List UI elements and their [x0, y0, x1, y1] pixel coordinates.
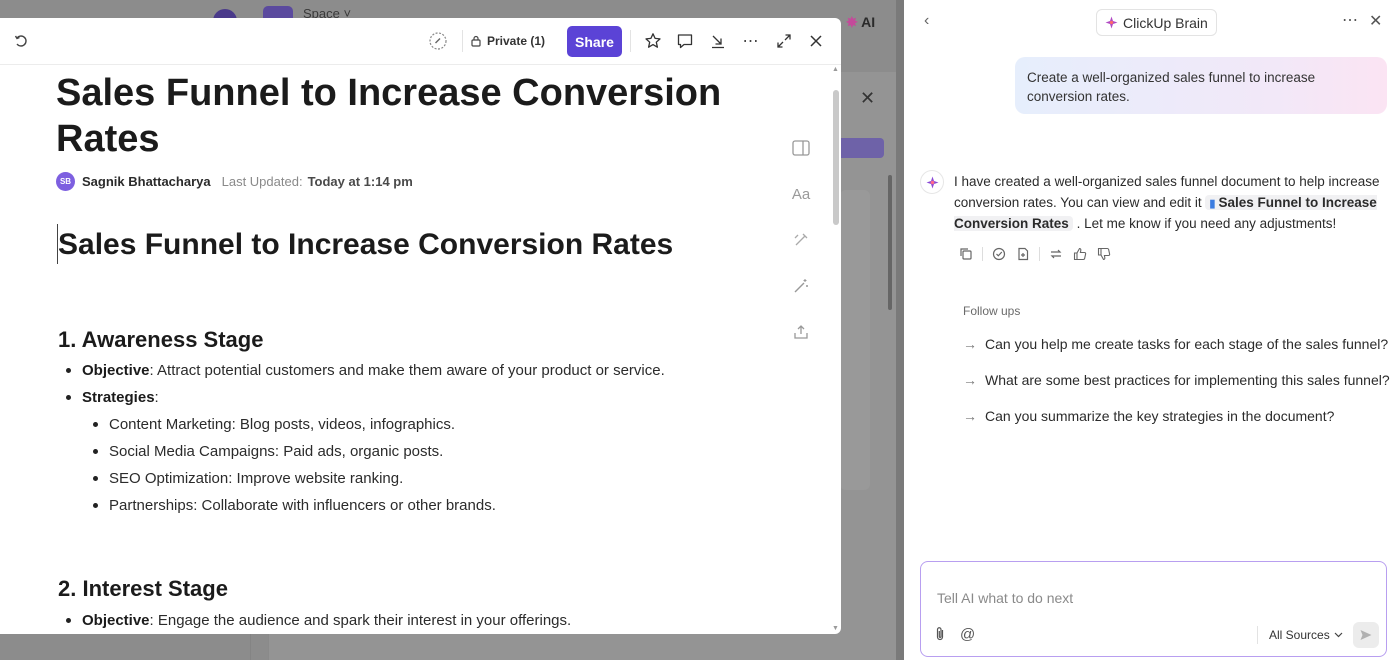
- at-icon[interactable]: @: [960, 626, 975, 643]
- close-icon[interactable]: ✕: [1369, 11, 1382, 31]
- share-button[interactable]: Share: [567, 26, 622, 57]
- refresh-icon[interactable]: [10, 30, 32, 52]
- ai-message: I have created a well-organized sales fu…: [954, 174, 1380, 231]
- more-icon[interactable]: ⋯: [740, 30, 762, 52]
- brain-logo-icon: [1105, 16, 1118, 29]
- last-updated-value: Today at 1:14 pm: [307, 174, 413, 189]
- background-scrollbar: [888, 175, 892, 310]
- list-item[interactable]: Strategies:: [66, 389, 159, 406]
- prompt-input[interactable]: [937, 588, 1357, 608]
- doc-heading[interactable]: Sales Funnel to Increase Conversion Rate…: [58, 228, 673, 262]
- doc-icon: ▮: [1209, 197, 1216, 210]
- toolbar-divider: [462, 30, 463, 52]
- send-icon: [1360, 630, 1372, 640]
- actions-divider: [1039, 247, 1040, 261]
- message-actions: [956, 244, 1118, 264]
- background-ai-button: ✸ AI: [846, 14, 876, 30]
- background-card: [840, 190, 870, 490]
- doc-body[interactable]: Sales Funnel to Increase Conversion Rate…: [0, 65, 841, 634]
- toolbar-divider: [630, 30, 631, 52]
- list-item[interactable]: Objective: Attract potential customers a…: [66, 362, 665, 379]
- private-button[interactable]: Private (1): [470, 29, 545, 53]
- check-circle-icon[interactable]: [989, 244, 1009, 264]
- author-avatar[interactable]: SB: [56, 172, 75, 191]
- arrow-right-icon: →: [963, 372, 977, 388]
- doc-toolbar: Private (1) Share ⋯: [0, 18, 841, 65]
- font-icon[interactable]: Aa: [790, 183, 812, 205]
- comment-icon[interactable]: [674, 30, 696, 52]
- actions-divider: [982, 247, 983, 261]
- arrow-right-icon: →: [963, 336, 977, 352]
- save-icon[interactable]: [1013, 244, 1033, 264]
- private-label: Private (1): [487, 34, 546, 48]
- background-close-icon: ✕: [860, 88, 876, 108]
- copy-icon[interactable]: [956, 244, 976, 264]
- scroll-up-icon[interactable]: ▲: [832, 66, 839, 73]
- retry-icon[interactable]: [1046, 244, 1066, 264]
- brain-panel: ‹ ClickUp Brain ⋯ ✕ Create a well-organi…: [904, 0, 1400, 660]
- list-item[interactable]: SEO Optimization: Improve website rankin…: [93, 470, 403, 487]
- scroll-down-icon[interactable]: ▼: [832, 625, 839, 632]
- paperclip-icon[interactable]: [933, 626, 949, 642]
- close-icon[interactable]: [805, 30, 827, 52]
- collapse-icon[interactable]: [707, 30, 729, 52]
- star-icon[interactable]: [642, 30, 664, 52]
- followup-item[interactable]: → Can you summarize the key strategies in…: [963, 408, 1334, 424]
- doc-scrollbar[interactable]: [833, 90, 839, 225]
- section-heading[interactable]: 1. Awareness Stage: [58, 327, 263, 353]
- doc-meta: SB Sagnik Bhattacharya Last Updated: Tod…: [56, 172, 413, 191]
- section-heading[interactable]: 2. Interest Stage: [58, 576, 228, 602]
- followup-item[interactable]: → Can you help me create tasks for each s…: [963, 336, 1388, 352]
- thumbs-up-icon[interactable]: [1070, 244, 1090, 264]
- user-message: Create a well-organized sales funnel to …: [1015, 57, 1387, 114]
- sources-label: All Sources: [1269, 628, 1330, 642]
- export-icon[interactable]: [790, 321, 812, 343]
- author-name[interactable]: Sagnik Bhattacharya: [82, 174, 211, 189]
- brain-title-label: ClickUp Brain: [1123, 14, 1208, 31]
- arrow-right-icon: →: [963, 408, 977, 424]
- back-arrow-icon[interactable]: ‹: [924, 12, 929, 30]
- doc-title[interactable]: Sales Funnel to Increase Conversion Rate…: [56, 70, 756, 162]
- more-icon[interactable]: ⋯: [1342, 10, 1359, 30]
- chevron-down-icon: [1334, 632, 1343, 638]
- expand-icon[interactable]: [773, 30, 795, 52]
- sidebar-icon[interactable]: [790, 137, 812, 159]
- list-item[interactable]: Content Marketing: Blog posts, videos, i…: [93, 416, 455, 433]
- sources-divider: [1257, 626, 1258, 644]
- prompt-box: @ All Sources: [920, 561, 1387, 657]
- list-item[interactable]: Partnerships: Collaborate with influence…: [93, 497, 496, 514]
- thumbs-down-icon[interactable]: [1094, 244, 1114, 264]
- ai-pen-icon[interactable]: [790, 229, 812, 251]
- sources-dropdown[interactable]: All Sources: [1269, 628, 1343, 642]
- lock-icon: [471, 35, 481, 47]
- list-item[interactable]: Social Media Campaigns: Paid ads, organi…: [93, 443, 443, 460]
- tag-icon[interactable]: [427, 30, 449, 52]
- followups-label: Follow ups: [963, 304, 1021, 318]
- brain-title[interactable]: ClickUp Brain: [1096, 9, 1217, 36]
- background-tag: [836, 138, 884, 158]
- send-button[interactable]: [1353, 622, 1379, 648]
- followup-item[interactable]: → What are some best practices for implem…: [963, 372, 1390, 388]
- brain-logo-icon: [920, 170, 944, 194]
- last-updated-label: Last Updated:: [221, 174, 303, 189]
- list-item[interactable]: Objective: Engage the audience and spark…: [66, 612, 571, 629]
- magic-wand-icon[interactable]: [790, 275, 812, 297]
- doc-modal: Private (1) Share ⋯ Sales Funnel to Incr…: [0, 18, 841, 634]
